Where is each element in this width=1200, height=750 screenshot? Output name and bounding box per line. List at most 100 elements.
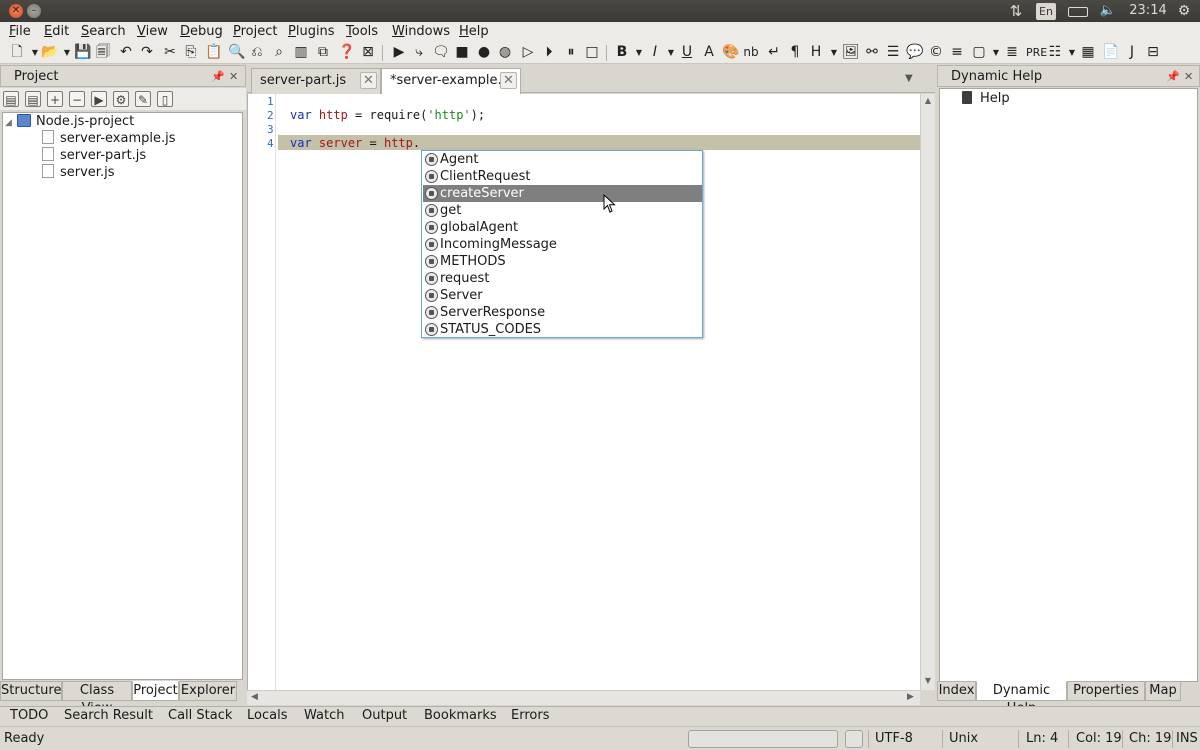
menu-file[interactable]: File xyxy=(9,24,31,40)
redo-icon[interactable]: ↷ xyxy=(139,44,155,61)
tab-list-dropdown-icon[interactable]: ▼ xyxy=(905,73,913,84)
completion-item[interactable]: METHODS xyxy=(423,253,702,270)
bold-icon[interactable]: B xyxy=(614,44,630,61)
completion-item[interactable]: Server xyxy=(423,287,702,304)
underline-icon[interactable]: U xyxy=(679,44,695,61)
tab-errors[interactable]: Errors xyxy=(511,708,549,724)
scroll-right-icon[interactable]: ▶ xyxy=(907,692,914,702)
frame-icon[interactable]: ▢ xyxy=(971,44,987,61)
breakpoint-icon[interactable]: ◍ xyxy=(497,44,513,61)
run-icon[interactable]: ▶ xyxy=(391,44,407,61)
open-folder-icon[interactable]: 📂 xyxy=(41,44,58,61)
battery-icon[interactable] xyxy=(1066,0,1090,22)
add-file-icon[interactable]: + xyxy=(47,91,63,107)
completion-item[interactable]: Agent xyxy=(423,151,702,168)
save-icon[interactable]: 💾 xyxy=(74,44,91,61)
completion-item[interactable]: request xyxy=(423,270,702,287)
tab-server-example[interactable]: *server-example.js ✕ xyxy=(381,68,521,94)
replace-icon[interactable]: ⎌ xyxy=(249,44,265,61)
horizontal-rule-icon[interactable]: ☰ xyxy=(885,44,901,61)
cut-icon[interactable]: ✂ xyxy=(162,44,178,61)
close-icon[interactable]: ✕ xyxy=(229,66,238,88)
menu-tools[interactable]: Tools xyxy=(346,24,378,40)
completion-item[interactable]: STATUS_CODES xyxy=(423,321,702,338)
undo-icon[interactable]: ↶ xyxy=(118,44,134,61)
pause-icon[interactable]: ⏸ xyxy=(563,44,579,61)
tab-dynamic-help[interactable]: Dynamic Help xyxy=(976,681,1067,716)
stop-debug-icon[interactable]: □ xyxy=(584,44,600,61)
heading-icon[interactable]: H xyxy=(808,44,824,61)
scroll-up-icon[interactable]: ▲ xyxy=(921,96,935,105)
heading-dropdown-icon[interactable]: ▼ xyxy=(826,44,842,61)
stop-icon[interactable]: ■ xyxy=(454,44,470,61)
table-icon[interactable]: ▦ xyxy=(1080,44,1096,61)
paragraph-icon[interactable]: ¶ xyxy=(787,44,803,61)
status-encoding[interactable]: UTF-8 xyxy=(875,731,913,747)
pin-icon[interactable]: 📌 xyxy=(1166,66,1180,88)
tab-watch[interactable]: Watch xyxy=(304,708,344,724)
run-to-cursor-icon[interactable]: ⤷ xyxy=(411,44,427,61)
open-dropdown-icon[interactable]: ▼ xyxy=(59,44,75,61)
image-icon[interactable]: 🖼 xyxy=(842,44,860,61)
close-tab-icon[interactable]: ✕ xyxy=(500,72,517,89)
italic-icon[interactable]: I xyxy=(647,44,663,61)
tab-locals[interactable]: Locals xyxy=(247,708,287,724)
completion-item[interactable]: IncomingMessage xyxy=(423,236,702,253)
completion-item-selected[interactable]: createServer xyxy=(423,185,702,202)
window-minimize-button[interactable]: – xyxy=(27,4,41,18)
volume-icon[interactable]: 🔈 xyxy=(1098,0,1118,22)
tab-project[interactable]: Project xyxy=(132,681,179,701)
menu-edit[interactable]: Edit xyxy=(44,24,69,40)
completion-item[interactable]: ServerResponse xyxy=(423,304,702,321)
copy-icon[interactable]: ⎘ xyxy=(183,44,199,61)
scroll-down-icon[interactable]: ▼ xyxy=(921,676,935,685)
tab-search-result[interactable]: Search Result xyxy=(64,708,153,724)
tab-properties[interactable]: Properties xyxy=(1067,681,1145,701)
completion-item[interactable]: globalAgent xyxy=(423,219,702,236)
completion-item[interactable]: ClientRequest xyxy=(423,168,702,185)
align-center-icon[interactable]: ≡ xyxy=(949,44,965,61)
menu-search[interactable]: Search xyxy=(81,24,126,40)
tab-class-view[interactable]: Class View xyxy=(62,681,132,716)
keyboard-layout-indicator[interactable]: En xyxy=(1036,3,1056,20)
save-all-icon[interactable]: 🗐 xyxy=(95,44,111,61)
help-icon[interactable]: ❓ xyxy=(338,44,355,61)
find-in-files-icon[interactable]: ⌕ xyxy=(271,44,287,61)
copyright-icon[interactable]: © xyxy=(928,44,944,61)
close-icon[interactable]: ✕ xyxy=(1184,66,1193,88)
color-palette-icon[interactable]: 🎨 xyxy=(722,44,739,61)
status-line-ending[interactable]: Unix xyxy=(949,731,978,747)
step-into-icon[interactable]: ▷ xyxy=(520,44,536,61)
network-icon[interactable]: ⇅ xyxy=(1006,0,1026,22)
compare-icon[interactable]: ⧉ xyxy=(315,44,331,61)
scroll-left-icon[interactable]: ◀ xyxy=(251,692,258,702)
progress-cancel-button[interactable] xyxy=(845,730,863,748)
find-icon[interactable]: 🔍 xyxy=(228,44,245,61)
italic-dropdown-icon[interactable]: ▼ xyxy=(663,44,679,61)
menu-help[interactable]: Help xyxy=(459,24,489,40)
tab-index[interactable]: Index xyxy=(937,681,976,701)
properties-icon[interactable]: ✎ xyxy=(135,91,151,107)
form-icon[interactable]: ⊟ xyxy=(1145,44,1161,61)
clipboard-icon[interactable]: 📄 xyxy=(1102,44,1119,61)
bookmarks-icon[interactable]: ▥ xyxy=(293,44,309,61)
link-icon[interactable]: ⚯ xyxy=(864,44,880,61)
completion-item[interactable]: get xyxy=(423,202,702,219)
menu-plugins[interactable]: Plugins xyxy=(288,24,335,40)
list-dropdown-icon[interactable]: ▼ xyxy=(1064,44,1080,61)
paste-icon[interactable]: 📋 xyxy=(205,44,222,61)
tree-file[interactable]: server.js xyxy=(42,164,114,181)
list-icon[interactable]: ☷ xyxy=(1047,44,1063,61)
menu-windows[interactable]: Windows xyxy=(392,24,450,40)
record-icon[interactable]: ● xyxy=(476,44,492,61)
menu-debug[interactable]: Debug xyxy=(180,24,223,40)
menu-view[interactable]: View xyxy=(137,24,168,40)
tree-file[interactable]: server-example.js xyxy=(42,130,175,147)
align-justify-icon[interactable]: ≣ xyxy=(1004,44,1020,61)
menu-project[interactable]: Project xyxy=(233,24,278,40)
help-item[interactable]: Help xyxy=(962,90,1010,107)
vertical-scrollbar[interactable]: ▲ ▼ xyxy=(920,94,935,690)
tab-server-part[interactable]: server-part.js ✕ xyxy=(251,68,381,94)
power-icon[interactable]: ⚙ xyxy=(1174,0,1194,22)
nonbreaking-icon[interactable]: nb xyxy=(743,44,759,61)
